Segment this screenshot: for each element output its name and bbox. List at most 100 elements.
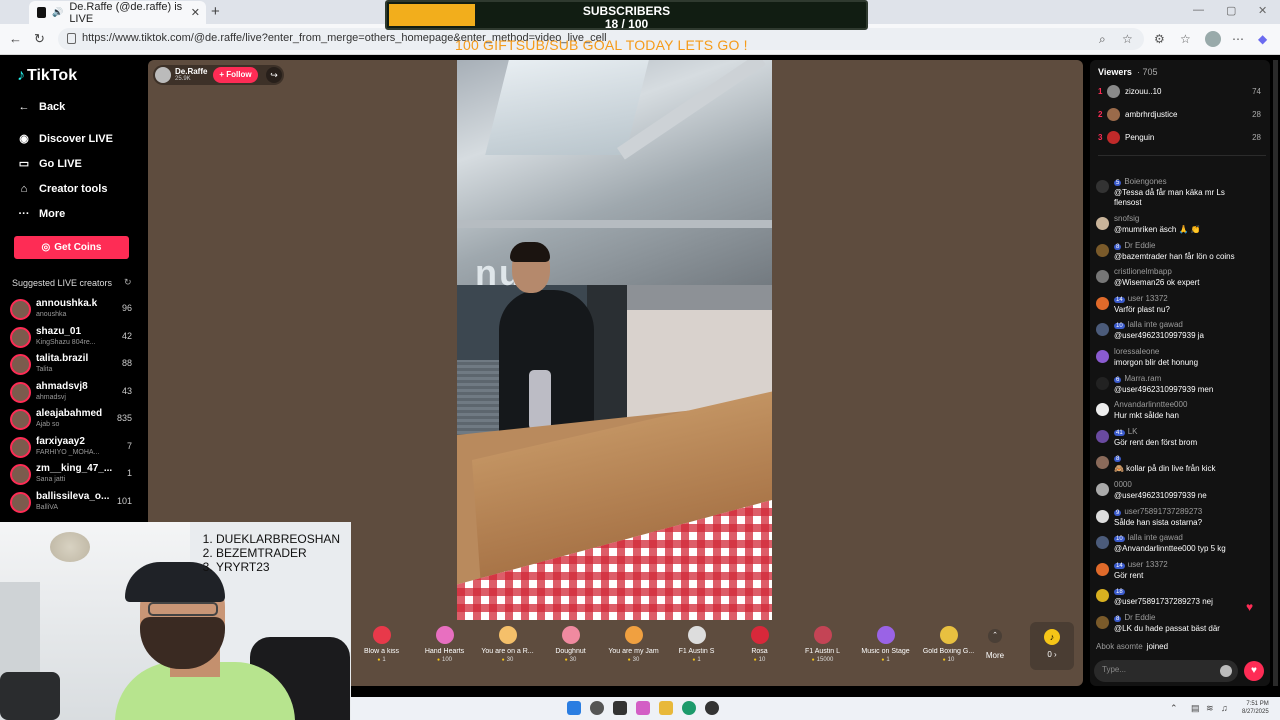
chat-message[interactable]: 9 user75891737289273 Sålde han sista ostar…: [1096, 507, 1266, 533]
new-tab-button[interactable]: +: [211, 3, 220, 20]
chat-avatar[interactable]: [1096, 403, 1109, 417]
host-avatar[interactable]: [155, 67, 171, 83]
chat-message[interactable]: 8 🙈 kollar på din live från kick: [1096, 453, 1266, 479]
follow-button[interactable]: + Follow: [213, 67, 258, 83]
chat-avatar[interactable]: [1096, 456, 1109, 470]
favorites-icon[interactable]: ☆: [1180, 32, 1191, 46]
zoom-icon[interactable]: ⌕: [1099, 32, 1106, 47]
copilot-app-icon[interactable]: [636, 701, 650, 715]
chat-message[interactable]: 0000 @user4962310997939 ne: [1096, 480, 1266, 506]
chat-avatar[interactable]: [1096, 562, 1109, 576]
speaker-icon[interactable]: 🔊: [52, 7, 63, 18]
gift-item[interactable]: F1 Austin S 1: [665, 621, 728, 671]
chat-message[interactable]: snofsig @mumriken äsch 🙏 👏: [1096, 214, 1266, 240]
chat-avatar[interactable]: [1096, 296, 1109, 310]
app-icon[interactable]: [705, 701, 719, 715]
like-heart-button[interactable]: ♥: [1244, 661, 1264, 681]
creator-avatar[interactable]: [10, 436, 31, 458]
sidebar-item-back[interactable]: ← Back: [17, 101, 66, 113]
chat-avatar[interactable]: [1096, 323, 1109, 337]
chat-message[interactable]: 6 Marra.ram @user4962310997939 men: [1096, 374, 1266, 400]
close-tab-icon[interactable]: ✕: [191, 6, 200, 19]
suggested-creator-item[interactable]: ballissileva_o... BalliVA 101: [10, 490, 140, 516]
creator-avatar[interactable]: [10, 326, 31, 348]
chat-message[interactable]: 14 user 13372 Gör rent: [1096, 560, 1266, 586]
top-viewer-row[interactable]: 3 Penguin 28: [1098, 130, 1266, 146]
gift-item[interactable]: You are on a R... 30: [476, 621, 539, 671]
back-arrow-icon[interactable]: ←: [9, 31, 22, 46]
viewer-avatar[interactable]: [1107, 85, 1120, 98]
viewer-avatar[interactable]: [1107, 131, 1120, 144]
sidebar-item-more[interactable]: ··· More: [17, 208, 66, 220]
gift-item[interactable]: Doughnut 30: [539, 621, 602, 671]
page-scrollbar[interactable]: [1273, 60, 1278, 686]
refresh-icon[interactable]: ↻: [124, 277, 132, 288]
suggested-creator-item[interactable]: ahmadsvj8 ahmadsvj 43: [10, 380, 140, 406]
chat-avatar[interactable]: [1096, 243, 1109, 257]
chat-avatar[interactable]: [1096, 429, 1109, 443]
search-icon[interactable]: [590, 701, 604, 715]
chat-avatar[interactable]: [1096, 217, 1109, 230]
gift-item[interactable]: Gold Boxing G... 10: [917, 621, 980, 671]
creator-avatar[interactable]: [10, 354, 31, 375]
chat-message[interactable]: 8 Dr Eddie @bazemtrader han får lön o coin…: [1096, 241, 1266, 267]
chat-avatar[interactable]: [1096, 589, 1109, 603]
get-coins-button[interactable]: ◎ Get Coins: [14, 236, 129, 259]
suggested-creator-item[interactable]: farxiyaay2 FARHIYO _MOHA... 7: [10, 435, 140, 461]
task-view-icon[interactable]: [613, 701, 627, 715]
volume-icon[interactable]: ♫: [1221, 703, 1228, 713]
profile-avatar[interactable]: [1205, 31, 1221, 47]
menu-dots-icon[interactable]: ⋯: [1232, 32, 1244, 46]
chat-avatar[interactable]: [1096, 616, 1109, 629]
chat-avatar[interactable]: [1096, 350, 1109, 363]
chat-message[interactable]: 8 Dr Eddie @LK du hade passat bäst där: [1096, 613, 1266, 639]
chat-message[interactable]: 5 Boiengones @Tessa då får man käka mr Ls f…: [1096, 177, 1266, 207]
chat-message[interactable]: Anvandarlinnttee000 Hur mkt sålde han: [1096, 400, 1266, 426]
chat-message[interactable]: 14 user 13372 Varför plast nu?: [1096, 294, 1266, 320]
taskbar-clock[interactable]: 7:51 PM 8/27/2025: [1242, 700, 1269, 716]
suggested-creator-item[interactable]: zm__king_47_... Sana jatti 1: [10, 462, 140, 488]
gift-item[interactable]: You are my Jam 30: [602, 621, 665, 671]
sidebar-item-discover-live[interactable]: ◉ Discover LIVE: [17, 132, 113, 146]
tiktok-logo[interactable]: ♪ TikTok: [17, 67, 77, 85]
extensions-icon[interactable]: ⚙: [1154, 32, 1165, 46]
chat-avatar[interactable]: [1096, 270, 1109, 284]
chevron-up-icon[interactable]: ⌃: [1170, 703, 1178, 714]
network-icon[interactable]: ▤: [1191, 703, 1200, 714]
gift-item[interactable]: Music on Stage 1: [854, 621, 917, 671]
viewer-avatar[interactable]: [1107, 108, 1120, 121]
live-video[interactable]: nus: [457, 60, 772, 620]
chat-avatar[interactable]: [1096, 483, 1109, 496]
chat-message[interactable]: 10 lalla inte gawad @Anvandarlinnttee000 t…: [1096, 533, 1266, 559]
file-explorer-icon[interactable]: [659, 701, 673, 715]
chat-input[interactable]: Type...: [1094, 660, 1238, 682]
top-viewer-row[interactable]: 2 ambrhrdjustice 28: [1098, 107, 1266, 123]
start-icon[interactable]: [567, 701, 581, 715]
gift-item[interactable]: F1 Austin L 15000: [791, 621, 854, 671]
more-gifts-button[interactable]: ⌃ More: [983, 629, 1007, 660]
creator-avatar[interactable]: [10, 491, 31, 513]
chat-message[interactable]: 41 LK Gör rent den först brom: [1096, 427, 1266, 453]
creator-avatar[interactable]: [10, 299, 31, 320]
maximize-icon[interactable]: ▢: [1226, 4, 1236, 17]
coin-balance-button[interactable]: ♪ 0 ›: [1030, 622, 1074, 670]
suggested-creator-item[interactable]: shazu_01 KingShazu 804re... 42: [10, 325, 140, 351]
suggested-creator-item[interactable]: annoushka.k anoushka 96: [10, 297, 140, 323]
gift-item[interactable]: Blow a kiss 1: [350, 621, 413, 671]
gift-item[interactable]: Hand Hearts 100: [413, 621, 476, 671]
copilot-icon[interactable]: ◆: [1258, 32, 1267, 46]
close-window-icon[interactable]: ✕: [1258, 4, 1267, 17]
share-icon[interactable]: ↪: [266, 67, 282, 83]
reload-icon[interactable]: ↻: [34, 31, 45, 47]
favorite-star-icon[interactable]: ☆: [1122, 32, 1133, 46]
browser-tab[interactable]: 🔊 De.Raffe (@de.raffe) is LIVE ✕: [29, 1, 206, 25]
chat-avatar[interactable]: [1096, 509, 1109, 523]
emoji-icon[interactable]: [1220, 665, 1232, 677]
chat-avatar[interactable]: [1096, 536, 1109, 550]
chat-message[interactable]: loressaleone imorgon blir det honung: [1096, 347, 1266, 373]
sidebar-item-creator-tools[interactable]: ⌂ Creator tools: [17, 183, 108, 195]
chat-message[interactable]: cristlionelmbapp @Wiseman26 ok expert: [1096, 267, 1266, 293]
wifi-icon[interactable]: ≋: [1206, 703, 1214, 714]
chat-avatar[interactable]: [1096, 180, 1109, 193]
chat-message[interactable]: 18 @user75891737289273 nej: [1096, 586, 1266, 612]
